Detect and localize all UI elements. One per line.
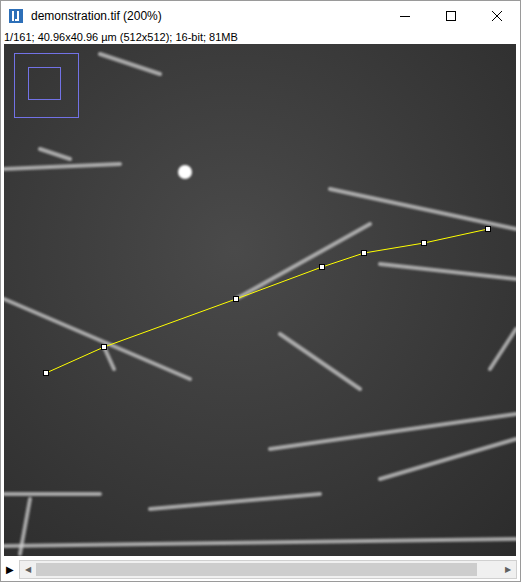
roi-handle[interactable]: [44, 371, 49, 376]
close-icon: [492, 11, 502, 21]
play-button[interactable]: ▶: [4, 564, 16, 575]
image-info: 1/161; 40.96x40.96 µm (512x512); 16-bit;…: [1, 30, 520, 44]
zoom-indicator: [15, 54, 79, 118]
close-button[interactable]: [474, 1, 520, 30]
maximize-button[interactable]: [428, 1, 474, 30]
minimize-icon: [400, 11, 410, 21]
filaments: [4, 54, 516, 554]
roi-handle[interactable]: [422, 241, 427, 246]
minimize-button[interactable]: [382, 1, 428, 30]
image-canvas[interactable]: [4, 44, 516, 556]
roi-handle[interactable]: [102, 345, 107, 350]
roi-handle[interactable]: [486, 227, 491, 232]
roi-handle[interactable]: [320, 265, 325, 270]
scroll-track[interactable]: [36, 562, 500, 577]
segmented-line-roi[interactable]: [44, 227, 491, 376]
scroll-right-button[interactable]: ▶: [500, 565, 516, 574]
slice-scrollbar: ▶ ◀ ▶: [1, 556, 520, 579]
roi-handle[interactable]: [234, 297, 239, 302]
image-window: demonstration.tif (200%) 1/161; 40.96x40…: [0, 0, 521, 582]
scroll-left-button[interactable]: ◀: [20, 565, 36, 574]
title-bar: demonstration.tif (200%): [1, 1, 520, 30]
maximize-icon: [446, 11, 456, 21]
imagej-icon: [8, 8, 24, 24]
window-title: demonstration.tif (200%): [31, 9, 382, 23]
microscopy-image: [4, 44, 516, 556]
scroll-thumb[interactable]: [36, 563, 477, 576]
roi-handle[interactable]: [362, 251, 367, 256]
